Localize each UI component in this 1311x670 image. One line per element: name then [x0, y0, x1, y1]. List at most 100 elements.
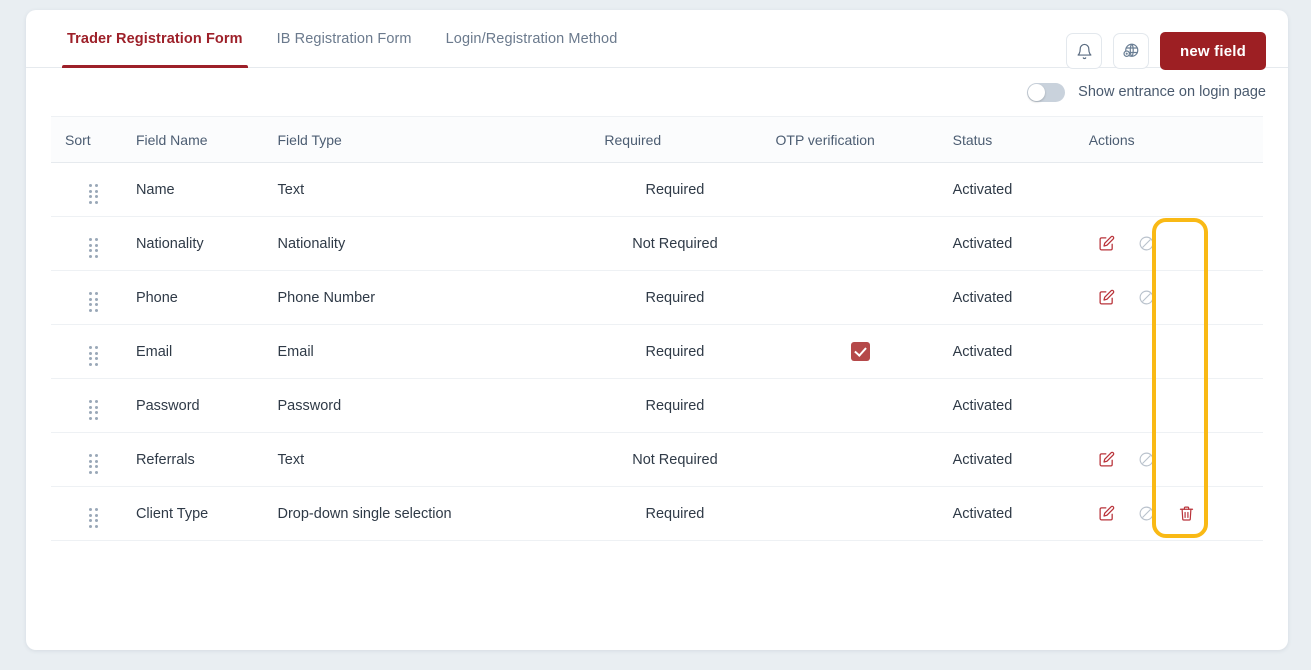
- cell-otp: [768, 487, 953, 541]
- cell-status: Activated: [953, 217, 1089, 271]
- table-header: Sort Field Name Field Type Required OTP …: [51, 117, 1263, 163]
- cell-sort: [51, 379, 136, 433]
- column-header-actions: Actions: [1089, 117, 1263, 163]
- cell-required: Required: [582, 163, 767, 217]
- entrance-toggle-row: Show entrance on login page: [26, 68, 1288, 116]
- show-entrance-toggle[interactable]: [1027, 83, 1065, 102]
- tab-label: Trader Registration Form: [67, 31, 243, 47]
- delete-icon[interactable]: [1172, 499, 1202, 529]
- cell-sort: [51, 163, 136, 217]
- edit-icon[interactable]: [1092, 445, 1122, 475]
- column-header-required: Required: [582, 117, 767, 163]
- header-actions: new field: [1066, 32, 1266, 70]
- cell-otp: [768, 379, 953, 433]
- show-entrance-label: Show entrance on login page: [1078, 84, 1266, 100]
- cell-field-name: Nationality: [136, 217, 278, 271]
- otp-verification-checkbox[interactable]: [851, 342, 870, 361]
- table-row: Email Email Required Activated: [51, 325, 1263, 379]
- row-actions: [1089, 283, 1263, 313]
- cell-status: Activated: [953, 271, 1089, 325]
- cell-field-type: Drop-down single selection: [278, 487, 583, 541]
- cell-status: Activated: [953, 487, 1089, 541]
- cell-sort: [51, 271, 136, 325]
- cell-field-name: Password: [136, 379, 278, 433]
- drag-handle-icon[interactable]: [89, 400, 98, 420]
- cell-actions: [1089, 379, 1263, 433]
- cell-sort: [51, 487, 136, 541]
- language-button[interactable]: [1113, 33, 1149, 69]
- disable-icon[interactable]: [1132, 499, 1162, 529]
- cell-field-name: Name: [136, 163, 278, 217]
- cell-otp: [768, 217, 953, 271]
- drag-handle-icon[interactable]: [89, 508, 98, 528]
- row-actions: [1089, 499, 1263, 529]
- cell-required: Required: [582, 487, 767, 541]
- row-actions: [1089, 337, 1263, 367]
- cell-status: Activated: [953, 325, 1089, 379]
- drag-handle-icon[interactable]: [89, 454, 98, 474]
- form-builder-card: Trader Registration Form IB Registration…: [26, 10, 1288, 650]
- cell-otp: [768, 433, 953, 487]
- cell-field-type: Text: [278, 163, 583, 217]
- cell-sort: [51, 217, 136, 271]
- tab-login-registration-method[interactable]: Login/Registration Method: [429, 10, 635, 68]
- cell-field-type: Email: [278, 325, 583, 379]
- disable-icon[interactable]: [1132, 445, 1162, 475]
- notification-button[interactable]: [1066, 33, 1102, 69]
- cell-field-name: Referrals: [136, 433, 278, 487]
- row-actions: [1089, 391, 1263, 421]
- drag-handle-icon[interactable]: [89, 292, 98, 312]
- drag-handle-icon[interactable]: [89, 184, 98, 204]
- cell-required: Not Required: [582, 217, 767, 271]
- table-row: Name Text Required Activated: [51, 163, 1263, 217]
- cell-field-name: Phone: [136, 271, 278, 325]
- table-row: Client Type Drop-down single selection R…: [51, 487, 1263, 541]
- table-row: Nationality Nationality Not Required Act…: [51, 217, 1263, 271]
- tab-label: IB Registration Form: [277, 31, 412, 47]
- cell-field-type: Text: [278, 433, 583, 487]
- globe-icon: [1122, 42, 1140, 60]
- cell-sort: [51, 433, 136, 487]
- edit-icon[interactable]: [1092, 229, 1122, 259]
- cell-otp: [768, 271, 953, 325]
- edit-icon[interactable]: [1092, 283, 1122, 313]
- table-row: Referrals Text Not Required Activated: [51, 433, 1263, 487]
- row-actions: [1089, 445, 1263, 475]
- cell-field-name: Client Type: [136, 487, 278, 541]
- cell-actions: [1089, 271, 1263, 325]
- column-header-field-name: Field Name: [136, 117, 278, 163]
- cell-otp: [768, 325, 953, 379]
- table-row: Phone Phone Number Required Activated: [51, 271, 1263, 325]
- new-field-button[interactable]: new field: [1160, 32, 1266, 70]
- toggle-knob: [1028, 84, 1045, 101]
- tab-trader-registration-form[interactable]: Trader Registration Form: [50, 10, 260, 68]
- cell-otp: [768, 163, 953, 217]
- cell-field-type: Phone Number: [278, 271, 583, 325]
- cell-status: Activated: [953, 379, 1089, 433]
- fields-table: Sort Field Name Field Type Required OTP …: [51, 116, 1263, 541]
- disable-icon[interactable]: [1132, 283, 1162, 313]
- table-body: Name Text Required Activated: [51, 163, 1263, 541]
- column-header-otp-verification: OTP verification: [768, 117, 953, 163]
- cell-actions: [1089, 163, 1263, 217]
- drag-handle-icon[interactable]: [89, 238, 98, 258]
- edit-icon[interactable]: [1092, 499, 1122, 529]
- cell-status: Activated: [953, 163, 1089, 217]
- drag-handle-icon[interactable]: [89, 346, 98, 366]
- cell-required: Required: [582, 379, 767, 433]
- disable-icon[interactable]: [1132, 229, 1162, 259]
- cell-status: Activated: [953, 433, 1089, 487]
- tab-label: Login/Registration Method: [446, 31, 618, 47]
- cell-sort: [51, 325, 136, 379]
- cell-required: Required: [582, 325, 767, 379]
- cell-actions: [1089, 487, 1263, 541]
- table-header-row: Sort Field Name Field Type Required OTP …: [51, 117, 1263, 163]
- table-row: Password Password Required Activated: [51, 379, 1263, 433]
- column-header-field-type: Field Type: [278, 117, 583, 163]
- row-actions: [1089, 229, 1263, 259]
- cell-actions: [1089, 325, 1263, 379]
- tab-ib-registration-form[interactable]: IB Registration Form: [260, 10, 429, 68]
- row-actions: [1089, 175, 1263, 205]
- column-header-status: Status: [953, 117, 1089, 163]
- cell-actions: [1089, 217, 1263, 271]
